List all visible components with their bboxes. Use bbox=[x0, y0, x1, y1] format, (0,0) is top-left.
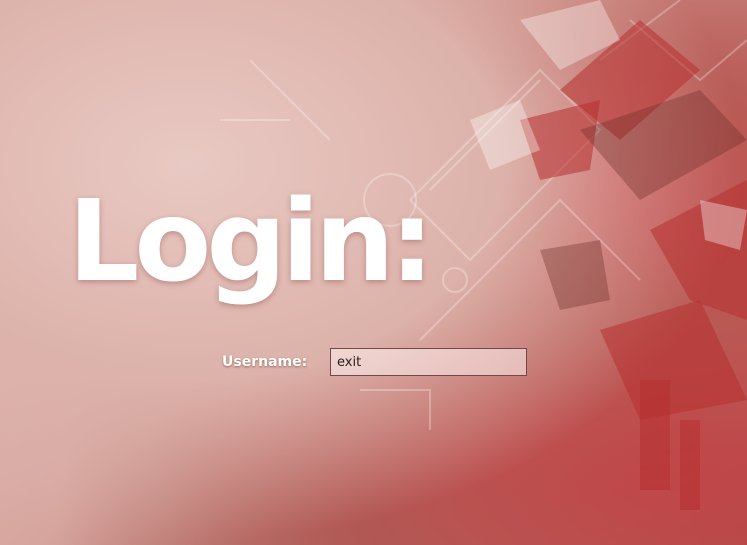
username-input[interactable] bbox=[330, 348, 527, 376]
login-title: Login: bbox=[68, 177, 434, 307]
username-label: Username: bbox=[222, 354, 308, 370]
login-screen: Login: Username: bbox=[0, 0, 747, 545]
username-row: Username: bbox=[222, 348, 527, 376]
